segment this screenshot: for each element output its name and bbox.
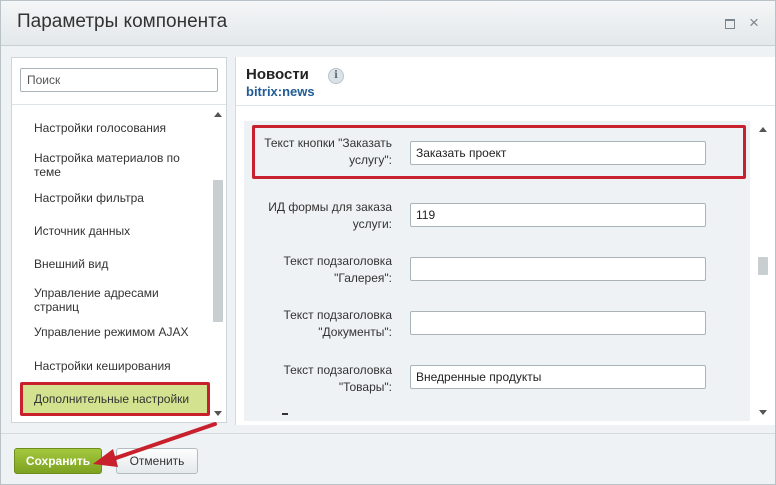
sidebar-item-appearance[interactable]: Внешний вид: [20, 257, 210, 271]
sidebar-scrollbar[interactable]: [212, 108, 224, 420]
field-label-order-form-id: ИД формы для заказа услуги:: [268, 200, 392, 231]
maximize-icon[interactable]: [723, 16, 737, 30]
info-icon[interactable]: i: [328, 68, 344, 84]
scroll-down-icon[interactable]: [214, 411, 222, 416]
search-input[interactable]: [20, 68, 218, 92]
cancel-button[interactable]: Отменить: [116, 448, 198, 474]
sidebar-divider: [12, 104, 226, 105]
field-label-documents-subtitle: Текст подзаголовка "Документы":: [283, 308, 392, 339]
sidebar-item-filter[interactable]: Настройки фильтра: [20, 191, 210, 205]
products-subtitle-input[interactable]: [410, 365, 706, 389]
field-label-products-subtitle: Текст подзаголовка "Товары":: [283, 363, 392, 394]
content-scroll-down-icon[interactable]: [759, 410, 767, 415]
field-label-order-button-text: Текст кнопки "Заказать услугу":: [264, 136, 392, 167]
sidebar-item-url-management[interactable]: Управление адресами страниц: [20, 286, 210, 314]
field-label-gallery-subtitle: Текст подзаголовка "Галерея":: [283, 254, 392, 285]
settings-content: Новости i bitrix:news Текст кнопки "Зака…: [235, 57, 775, 425]
sidebar-item-additional-settings[interactable]: Дополнительные настройки: [20, 382, 210, 416]
content-scroll-up-icon[interactable]: [759, 127, 767, 132]
component-title: Новости: [246, 66, 309, 83]
save-button[interactable]: Сохранить: [14, 448, 102, 474]
scroll-up-icon[interactable]: [214, 112, 222, 117]
content-divider: [236, 105, 775, 106]
dialog-footer: Сохранить Отменить: [1, 433, 775, 484]
sidebar-scroll-thumb[interactable]: [213, 180, 223, 322]
order-button-text-input[interactable]: [410, 141, 706, 165]
content-scrollbar[interactable]: [756, 123, 770, 419]
sidebar-item-related-materials[interactable]: Настройка материалов по теме: [20, 151, 210, 179]
settings-sidebar: Настройки голосования Настройка материал…: [11, 57, 227, 423]
documents-subtitle-input[interactable]: [410, 311, 706, 335]
dialog-title: Параметры компонента: [17, 11, 228, 32]
dialog-titlebar[interactable]: Параметры компонента ×: [1, 1, 775, 46]
order-form-id-input[interactable]: [410, 203, 706, 227]
sidebar-item-data-source[interactable]: Источник данных: [20, 224, 210, 238]
settings-form: Текст кнопки "Заказать услугу": ИД формы…: [244, 121, 750, 421]
component-settings-dialog: Параметры компонента × Настройки голосов…: [0, 0, 776, 485]
sidebar-item-voting[interactable]: Настройки голосования: [20, 121, 210, 135]
component-code: bitrix:news: [246, 84, 315, 99]
close-icon[interactable]: ×: [747, 14, 761, 31]
gallery-subtitle-input[interactable]: [410, 257, 706, 281]
sidebar-item-caching[interactable]: Настройки кеширования: [20, 359, 210, 373]
cut-off-field-marker: [282, 413, 288, 415]
sidebar-item-ajax-mode[interactable]: Управление режимом AJAX: [20, 325, 210, 339]
content-scroll-thumb[interactable]: [758, 257, 768, 275]
